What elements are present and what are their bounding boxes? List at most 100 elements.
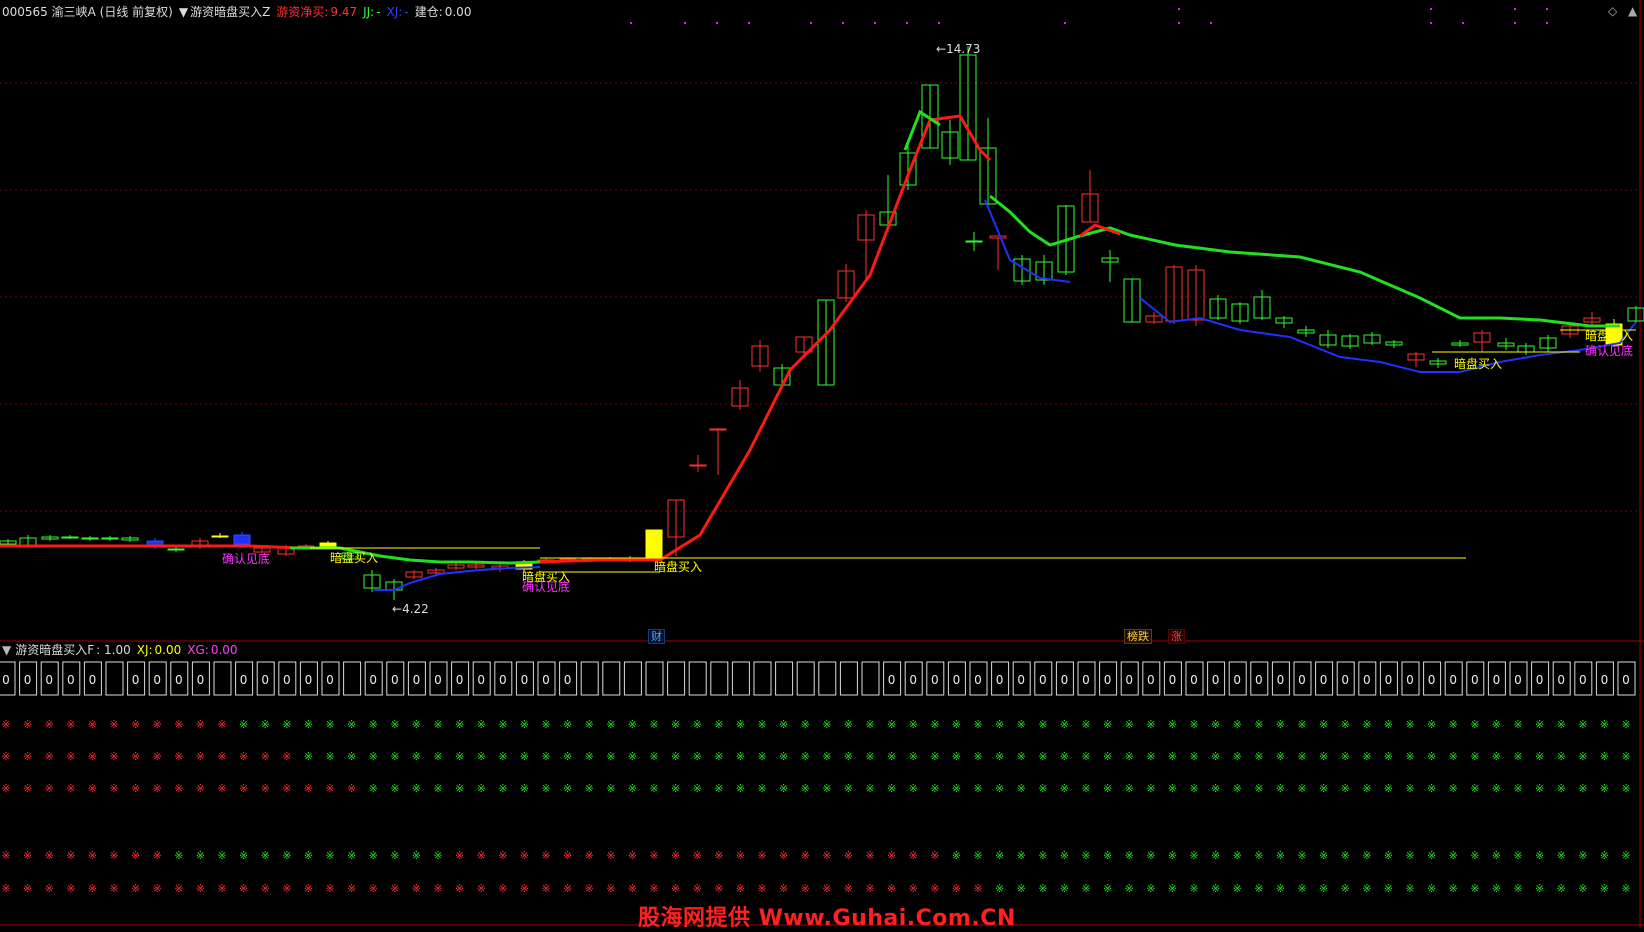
chart-canvas[interactable]: 0000000000000000000000000000000000000000… <box>0 0 1644 929</box>
signal-glyph: ※ <box>649 782 658 795</box>
top-marker-dot <box>1462 22 1464 24</box>
signal-glyph: ※ <box>1168 882 1177 895</box>
ma-line-red-2 <box>539 119 932 564</box>
signal-glyph: ※ <box>930 882 939 895</box>
value-box-text: 0 <box>1082 673 1090 687</box>
signal-glyph: ※ <box>1405 750 1414 763</box>
signal-glyph: ※ <box>1470 782 1479 795</box>
signal-glyph: ※ <box>1557 718 1566 731</box>
signal-glyph: ※ <box>23 750 32 763</box>
signal-glyph: ※ <box>844 750 853 763</box>
signal-glyph: ※ <box>1600 782 1609 795</box>
signal-glyph: ※ <box>390 718 399 731</box>
signal-glyph: ※ <box>109 750 118 763</box>
signal-glyph: ※ <box>347 782 356 795</box>
signal-glyph: ※ <box>1535 718 1544 731</box>
stock-title: 000565 渝三峡A (日线 前复权) <box>2 5 173 19</box>
signal-glyph: ※ <box>1017 882 1026 895</box>
signal-glyph: ※ <box>88 882 97 895</box>
indicator-name: 游资暗盘买入Z <box>190 5 271 19</box>
value-box-text: 0 <box>456 673 464 687</box>
value-box <box>343 661 362 696</box>
value-box <box>710 661 729 696</box>
signal-glyph: ※ <box>865 750 874 763</box>
top-marker-dot <box>1430 22 1432 24</box>
signal-glyph: ※ <box>1513 718 1522 731</box>
signal-glyph: ※ <box>1427 882 1436 895</box>
signal-glyph: ※ <box>671 718 680 731</box>
low-price-value: 4.22 <box>402 602 429 616</box>
top-marker-dot <box>1430 8 1432 10</box>
signal-glyph: ※ <box>649 750 658 763</box>
tag-bang-die[interactable]: 榜跌 <box>1124 629 1152 644</box>
signal-glyph: ※ <box>844 718 853 731</box>
signal-glyph: ※ <box>930 782 939 795</box>
collapse-icon[interactable]: ▼ <box>179 5 188 19</box>
scroll-up-icon[interactable]: ◇ <box>1608 4 1617 18</box>
signal-glyph: ※ <box>1492 782 1501 795</box>
signal-glyph: ※ <box>1297 882 1306 895</box>
signal-glyph: ※ <box>1060 882 1069 895</box>
signal-glyph: ※ <box>1189 782 1198 795</box>
signal-glyph: ※ <box>1513 849 1522 862</box>
signal-glyph: ※ <box>1211 849 1220 862</box>
signal-glyph: ※ <box>1557 782 1566 795</box>
value-box-text: 0 <box>1406 673 1414 687</box>
signal-glyph: ※ <box>45 750 54 763</box>
signal-glyph: ※ <box>757 782 766 795</box>
signal-glyph: ※ <box>347 882 356 895</box>
ma-line-blue-3 <box>1139 297 1637 373</box>
signal-glyph: ※ <box>736 750 745 763</box>
signal-glyph: ※ <box>390 782 399 795</box>
signal-glyph: ※ <box>174 882 183 895</box>
close-icon[interactable]: ▲ <box>1628 4 1637 18</box>
signal-glyph: ※ <box>1341 882 1350 895</box>
value-box-text: 0 <box>1514 673 1522 687</box>
signal-glyph: ※ <box>995 718 1004 731</box>
signal-glyph: ※ <box>693 750 702 763</box>
top-marker-dot <box>874 22 876 24</box>
signal-glyph: ※ <box>693 882 702 895</box>
signal-glyph: ※ <box>1470 718 1479 731</box>
tag-zhang[interactable]: 涨 <box>1168 629 1185 644</box>
signal-glyph: ※ <box>239 750 248 763</box>
signal-glyph: ※ <box>563 750 572 763</box>
signal-glyph: ※ <box>66 718 75 731</box>
signal-glyph: ※ <box>1535 782 1544 795</box>
signal-glyph: ※ <box>45 782 54 795</box>
value-box-text: 0 <box>1493 673 1501 687</box>
signal-glyph: ※ <box>1557 882 1566 895</box>
dark-buy-label-1: 暗盘买入 <box>330 551 379 565</box>
value-box-text: 0 <box>1536 673 1544 687</box>
value-box-text: 0 <box>1341 673 1349 687</box>
top-marker-dot <box>938 22 940 24</box>
signal-glyph: ※ <box>433 882 442 895</box>
signal-glyph: ※ <box>1189 750 1198 763</box>
value-box-text: 0 <box>1622 673 1630 687</box>
signal-glyph: ※ <box>801 849 810 862</box>
signal-glyph: ※ <box>973 750 982 763</box>
signal-glyph: ※ <box>433 782 442 795</box>
candle-body <box>319 542 337 547</box>
signal-glyph: ※ <box>995 882 1004 895</box>
signal-glyph: ※ <box>1017 849 1026 862</box>
signal-glyph: ※ <box>563 782 572 795</box>
value-box-text: 0 <box>326 673 334 687</box>
signal-glyph: ※ <box>1319 849 1328 862</box>
top-marker-dot <box>1064 22 1066 24</box>
signal-glyph: ※ <box>153 782 162 795</box>
signal-glyph: ※ <box>1060 718 1069 731</box>
signal-glyph: ※ <box>369 849 378 862</box>
value-box-text: 0 <box>369 673 377 687</box>
signal-glyph: ※ <box>649 882 658 895</box>
signal-glyph: ※ <box>909 750 918 763</box>
value-box-text: 0 <box>1277 673 1285 687</box>
signal-glyph: ※ <box>1168 849 1177 862</box>
value-box-text: 0 <box>391 673 399 687</box>
value-box-text: 0 <box>1233 673 1241 687</box>
sub-collapse-icon[interactable]: ▼ <box>2 643 11 657</box>
tag-cai[interactable]: 财 <box>648 629 665 644</box>
value-box-text: 0 <box>197 673 205 687</box>
signal-glyph: ※ <box>412 718 421 731</box>
signal-glyph: ※ <box>649 849 658 862</box>
